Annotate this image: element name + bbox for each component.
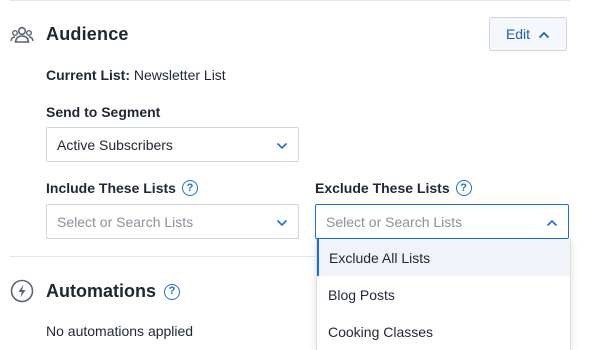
chevron-down-icon bbox=[276, 214, 288, 230]
edit-button[interactable]: Edit bbox=[489, 17, 567, 51]
exclude-lists-select[interactable]: Select or Search Lists bbox=[315, 204, 569, 239]
include-lists-label: Include These Lists bbox=[46, 180, 176, 196]
current-list-line: Current List: Newsletter List bbox=[46, 67, 226, 83]
current-list-label: Current List: bbox=[46, 67, 130, 83]
dropdown-option[interactable]: Blog Posts bbox=[317, 276, 570, 313]
help-icon[interactable]: ? bbox=[181, 180, 198, 196]
dropdown-option[interactable]: Exclude All Lists bbox=[317, 239, 570, 276]
segment-select[interactable]: Active Subscribers bbox=[46, 127, 299, 162]
segment-label: Send to Segment bbox=[46, 104, 161, 120]
chevron-down-icon bbox=[276, 137, 288, 153]
chevron-up-icon bbox=[546, 214, 558, 230]
automations-title-row: Automations ? bbox=[46, 281, 180, 302]
exclude-lists-placeholder: Select or Search Lists bbox=[326, 213, 463, 230]
automations-empty-text: No automations applied bbox=[46, 323, 194, 339]
section-divider bbox=[10, 256, 315, 257]
current-list-value: Newsletter List bbox=[133, 67, 226, 83]
help-icon[interactable]: ? bbox=[455, 180, 472, 196]
include-lists-select[interactable]: Select or Search Lists bbox=[46, 204, 299, 239]
help-icon[interactable]: ? bbox=[164, 283, 180, 300]
section-divider-top bbox=[10, 0, 570, 1]
dropdown-option[interactable]: Cooking Classes bbox=[317, 313, 570, 350]
exclude-lists-label-row: Exclude These Lists ? bbox=[315, 180, 472, 196]
include-lists-label-row: Include These Lists ? bbox=[46, 180, 198, 196]
include-lists-placeholder: Select or Search Lists bbox=[57, 213, 194, 230]
exclude-lists-label: Exclude These Lists bbox=[315, 180, 450, 196]
users-icon bbox=[9, 22, 35, 48]
chevron-up-icon bbox=[538, 26, 550, 42]
bolt-icon bbox=[9, 278, 35, 304]
edit-button-label: Edit bbox=[505, 26, 531, 42]
segment-select-value: Active Subscribers bbox=[57, 136, 173, 153]
audience-title: Audience bbox=[46, 24, 129, 44]
automations-title: Automations bbox=[46, 281, 156, 301]
exclude-lists-dropdown: Exclude All Lists Blog Posts Cooking Cla… bbox=[316, 239, 571, 350]
